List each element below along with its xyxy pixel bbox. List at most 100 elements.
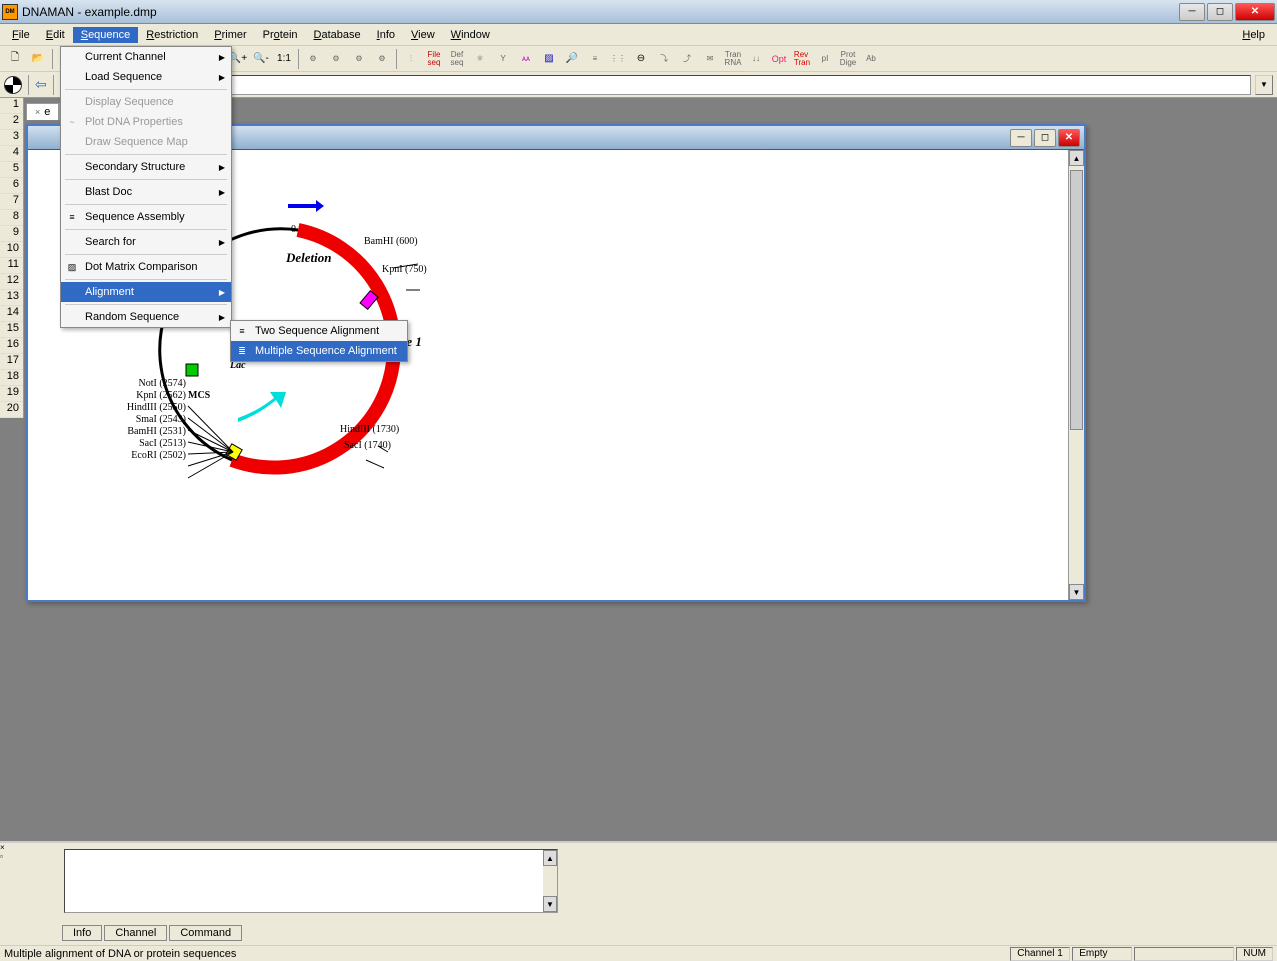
open-file-button[interactable]: 📂: [27, 48, 49, 70]
submenu-item-multiple-sequence-alignment[interactable]: ≣Multiple Sequence Alignment: [231, 341, 407, 361]
tool-a[interactable]: ⚙: [302, 48, 324, 70]
menu-item-draw-sequence-map: Draw Sequence Map: [61, 132, 231, 152]
scroll-down-icon[interactable]: ▼: [543, 896, 557, 912]
tool-chart[interactable]: ▨: [538, 48, 560, 70]
tab-info[interactable]: Info: [62, 925, 102, 941]
ruler-number: 18: [0, 370, 23, 386]
menu-icon: ≣: [235, 344, 249, 358]
prot-dige-button[interactable]: ProtDige: [837, 48, 859, 70]
menu-item-current-channel[interactable]: Current Channel▶: [61, 47, 231, 67]
tool-i[interactable]: ≡: [584, 48, 606, 70]
menu-icon: ≡: [235, 324, 249, 338]
menu-item-plot-dna-properties: ~Plot DNA Properties: [61, 112, 231, 132]
doc-close-button[interactable]: ✕: [1058, 129, 1080, 147]
menu-item-secondary-structure[interactable]: Secondary Structure▶: [61, 157, 231, 177]
menu-database[interactable]: Database: [306, 27, 369, 43]
menu-item-dot-matrix-comparison[interactable]: ▨Dot Matrix Comparison: [61, 257, 231, 277]
opt-button[interactable]: Opt: [768, 48, 790, 70]
menu-item-display-sequence: Display Sequence: [61, 92, 231, 112]
submenu-arrow-icon: ▶: [219, 313, 225, 322]
mcs-label: MCS: [188, 390, 210, 401]
tool-b[interactable]: ⚙: [325, 48, 347, 70]
channel-input[interactable]: [60, 75, 1251, 95]
tab-channel[interactable]: Channel: [104, 925, 167, 941]
menu-item-sequence-assembly[interactable]: ≡Sequence Assembly: [61, 207, 231, 227]
tool-h[interactable]: ᴀᴀ: [515, 48, 537, 70]
zoom-ratio[interactable]: 1:1: [273, 48, 295, 70]
doc-minimize-button[interactable]: ─: [1010, 129, 1032, 147]
ruler-number: 3: [0, 130, 23, 146]
status-text: Multiple alignment of DNA or protein seq…: [4, 948, 1008, 960]
window-titlebar: DM DNAMAN - example.dmp ─ ◻ ✕: [0, 0, 1277, 24]
submenu-item-two-sequence-alignment[interactable]: ≡Two Sequence Alignment: [231, 321, 407, 341]
ruler-number: 9: [0, 226, 23, 242]
tool-j[interactable]: ⋮⋮: [607, 48, 629, 70]
maximize-button[interactable]: ◻: [1207, 3, 1233, 21]
status-blank: [1134, 947, 1234, 961]
ruler-number: 4: [0, 146, 23, 162]
zoom-out-button[interactable]: 🔍-: [250, 48, 272, 70]
tool-o[interactable]: ↓↓: [745, 48, 767, 70]
tool-e[interactable]: ⫶: [400, 48, 422, 70]
channel-dropdown[interactable]: ▼: [1255, 75, 1273, 95]
ruler-number: 10: [0, 242, 23, 258]
menu-item-random-sequence[interactable]: Random Sequence▶: [61, 307, 231, 327]
site-smai-2543: SmaI (2543): [104, 414, 186, 425]
ab-button[interactable]: Ab: [860, 48, 882, 70]
tool-m[interactable]: ⤴: [676, 48, 698, 70]
search-button[interactable]: 🔎: [561, 48, 583, 70]
scroll-up-icon[interactable]: ▲: [543, 850, 557, 866]
menu-sequence[interactable]: Sequence: [73, 27, 139, 43]
tool-f[interactable]: ⚛: [469, 48, 491, 70]
site-kpni-2562: KpnI (2562): [106, 390, 186, 401]
menu-item-load-sequence[interactable]: Load Sequence▶: [61, 67, 231, 87]
menu-item-search-for[interactable]: Search for▶: [61, 232, 231, 252]
scroll-up-arrow[interactable]: ▲: [1069, 150, 1084, 166]
window-title: DNAMAN - example.dmp: [22, 5, 1179, 19]
app-icon: DM: [2, 4, 18, 20]
menu-file[interactable]: File: [4, 27, 38, 43]
menu-primer[interactable]: Primer: [206, 27, 254, 43]
ruler-number: 8: [0, 210, 23, 226]
new-file-button[interactable]: 🗋: [4, 48, 26, 70]
pi-button[interactable]: pI: [814, 48, 836, 70]
scroll-down-arrow[interactable]: ▼: [1069, 584, 1084, 600]
rev-tran-button[interactable]: RevTran: [791, 48, 813, 70]
back-button[interactable]: ⇦: [35, 76, 47, 93]
tool-l[interactable]: ⤵: [653, 48, 675, 70]
menu-restriction[interactable]: Restriction: [138, 27, 206, 43]
vertical-scrollbar[interactable]: ▲ ▼: [1068, 150, 1084, 600]
def-seq-button[interactable]: Defseq: [446, 48, 468, 70]
menu-help[interactable]: Help: [1234, 27, 1273, 43]
menu-item-alignment[interactable]: Alignment▶: [61, 282, 231, 302]
output-scrollbar[interactable]: ▲ ▼: [543, 850, 557, 912]
tool-n[interactable]: ✉: [699, 48, 721, 70]
menu-item-blast-doc[interactable]: Blast Doc▶: [61, 182, 231, 202]
doc-maximize-button[interactable]: ◻: [1034, 129, 1056, 147]
status-channel: Channel 1: [1010, 947, 1070, 961]
tab-close-icon[interactable]: ×: [35, 107, 40, 117]
tool-g[interactable]: Y: [492, 48, 514, 70]
minimize-button[interactable]: ─: [1179, 3, 1205, 21]
ruler-number: 13: [0, 290, 23, 306]
channel-icon[interactable]: [4, 76, 22, 94]
submenu-arrow-icon: ▶: [219, 288, 225, 297]
panel-handle[interactable]: ×▫: [0, 843, 12, 855]
menu-info[interactable]: Info: [369, 27, 403, 43]
tool-c[interactable]: ⚙: [348, 48, 370, 70]
tab-1[interactable]: × e: [26, 103, 59, 120]
menubar: File Edit Sequence Restriction Primer Pr…: [0, 24, 1277, 46]
tool-d[interactable]: ⚙: [371, 48, 393, 70]
tab-command[interactable]: Command: [169, 925, 242, 941]
close-button[interactable]: ✕: [1235, 3, 1275, 21]
ruler-number: 20: [0, 402, 23, 418]
scroll-thumb[interactable]: [1070, 170, 1083, 430]
tool-k[interactable]: ⊖: [630, 48, 652, 70]
output-textarea[interactable]: ▲ ▼: [64, 849, 558, 913]
menu-protein[interactable]: Protein: [255, 27, 306, 43]
menu-edit[interactable]: Edit: [38, 27, 73, 43]
file-seq-button[interactable]: Fileseq: [423, 48, 445, 70]
menu-view[interactable]: View: [403, 27, 443, 43]
rna-button[interactable]: TranRNA: [722, 48, 744, 70]
menu-window[interactable]: Window: [443, 27, 498, 43]
